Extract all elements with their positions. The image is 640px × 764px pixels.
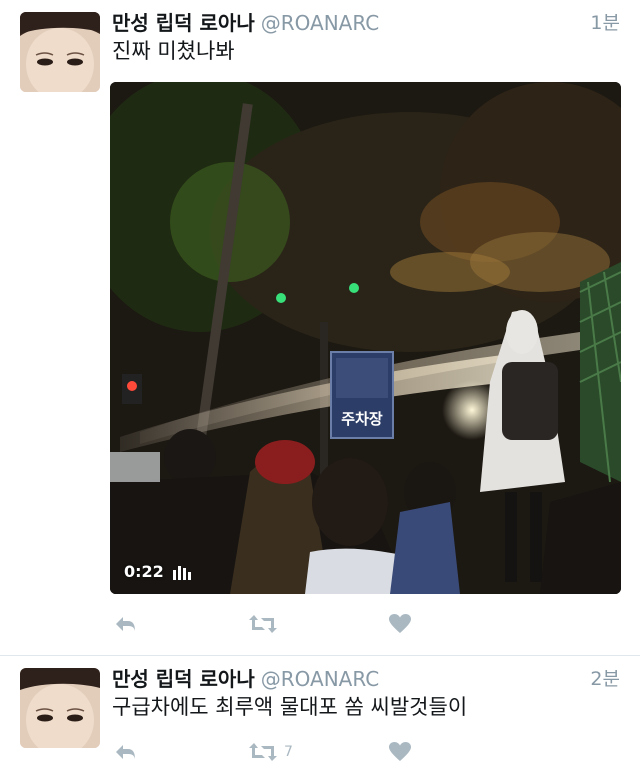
tweet-time: 1분: [590, 12, 620, 34]
reply-icon: [114, 612, 138, 636]
reply-icon: [114, 740, 138, 764]
author-name[interactable]: 만성 립덕 로아나: [112, 11, 255, 35]
video-player[interactable]: 주차장 0:22: [110, 82, 621, 594]
retweet-button[interactable]: [248, 612, 278, 636]
tweet-text: 구급차에도 최루액 물대포 쏨 씨발것들이: [112, 695, 468, 719]
duration-text: 0:22: [124, 562, 164, 581]
heart-icon: [388, 740, 412, 764]
tweet-time: 2분: [590, 668, 620, 690]
retweet-count: 7: [284, 744, 293, 760]
heart-icon: [388, 612, 412, 636]
parking-sign-text: 주차장: [341, 410, 383, 428]
avatar[interactable]: [20, 668, 100, 748]
retweet-icon: [248, 612, 278, 636]
video-duration: 0:22: [118, 560, 198, 584]
tweet-2[interactable]: 만성 립덕 로아나 @ROANARC 2분 구급차에도 최루액 물대포 쏨 씨발것…: [0, 656, 640, 761]
like-button[interactable]: [388, 612, 412, 636]
volume-bars-icon: [172, 564, 192, 580]
retweet-icon: [248, 740, 278, 764]
author-name[interactable]: 만성 립덕 로아나: [112, 667, 255, 691]
like-button[interactable]: [388, 740, 412, 764]
author-handle[interactable]: @ROANARC: [261, 667, 379, 691]
tweet-1[interactable]: 만성 립덕 로아나 @ROANARC 1분 진짜 미쳤나봐 주차장 0:22: [0, 0, 640, 655]
tweet-text: 진짜 미쳤나봐: [112, 39, 235, 63]
reply-button[interactable]: [114, 740, 138, 764]
avatar[interactable]: [20, 12, 100, 92]
reply-button[interactable]: [114, 612, 138, 636]
retweet-button[interactable]: 7: [248, 740, 293, 764]
author-handle[interactable]: @ROANARC: [261, 11, 379, 35]
